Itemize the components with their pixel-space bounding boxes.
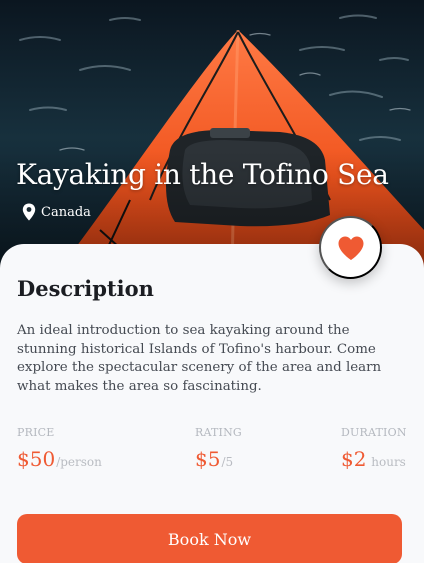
rating-value: $5: [195, 447, 221, 471]
tour-title: Kayaking in the Tofino Sea: [16, 158, 389, 191]
tour-stats: PRICE $50/person RATING $5/5 DURATION $2…: [17, 426, 406, 478]
favorite-button[interactable]: [319, 216, 382, 279]
price-unit: /person: [56, 455, 102, 469]
location-label: Canada: [41, 204, 91, 220]
description-heading: Description: [17, 276, 154, 301]
rating-unit: /5: [221, 455, 234, 469]
description-text: An ideal introduction to sea kayaking ar…: [17, 323, 382, 394]
rating-stat: RATING $5/5: [195, 426, 242, 471]
duration-unit: hours: [367, 455, 406, 469]
book-now-button[interactable]: Book Now: [17, 514, 402, 563]
duration-stat: DURATION $2 hours: [341, 426, 407, 471]
price-value: $50: [17, 447, 56, 471]
tour-location: Canada: [22, 202, 91, 222]
price-label: PRICE: [17, 426, 55, 439]
rating-label: RATING: [195, 426, 242, 439]
duration-label: DURATION: [341, 426, 407, 439]
heart-icon: [338, 236, 363, 260]
location-pin-icon: [22, 203, 36, 221]
price-stat: PRICE $50/person: [17, 426, 102, 471]
duration-value: $2: [341, 447, 367, 471]
